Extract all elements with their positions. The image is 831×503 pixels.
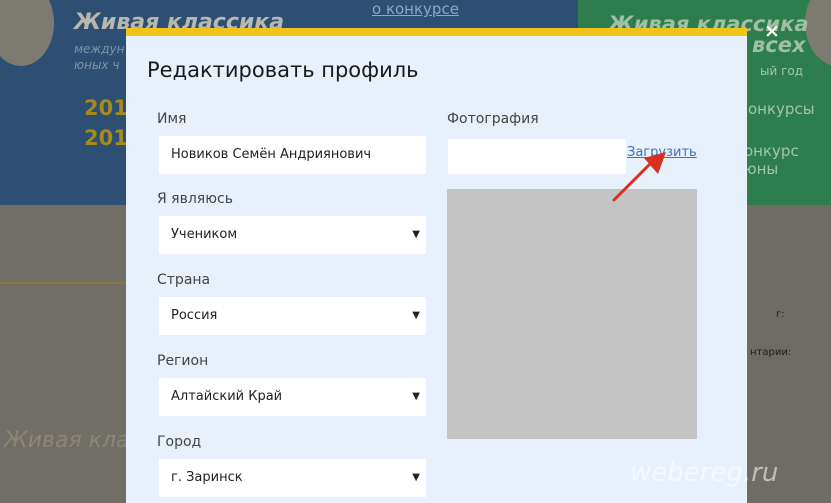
red-arrow-icon: [612, 152, 666, 202]
close-icon[interactable]: ×: [762, 21, 782, 41]
region-select[interactable]: Алтайский Край ▼: [159, 378, 426, 416]
region-label: Регион: [157, 353, 209, 369]
city-select[interactable]: г. Заринск ▼: [159, 459, 426, 497]
name-label: Имя: [157, 111, 187, 127]
chevron-down-icon: ▼: [412, 472, 420, 483]
bg-site-subtitle-2: юных ч: [74, 58, 120, 72]
bg-year-1: 201: [84, 96, 128, 120]
role-select[interactable]: Учеником ▼: [159, 216, 426, 254]
role-value: Учеником: [171, 227, 238, 242]
chevron-down-icon: ▼: [412, 391, 420, 402]
edit-profile-modal: Редактировать профиль Имя Новиков Семён …: [126, 28, 747, 503]
bg-right-text-2: нтарии:: [750, 347, 792, 358]
modal-title: Редактировать профиль: [147, 58, 419, 82]
city-value: г. Заринск: [171, 470, 243, 485]
bg-year-2: 201: [84, 126, 128, 150]
photo-label: Фотография: [447, 111, 539, 127]
country-select[interactable]: Россия ▼: [159, 297, 426, 335]
photo-preview: [447, 189, 697, 439]
bg-about-link: о конкурсе: [372, 0, 459, 18]
chevron-down-icon: ▼: [412, 310, 420, 321]
page: Живая классика междун юных ч 201 201 о к…: [0, 0, 831, 503]
photo-file-input[interactable]: [448, 139, 626, 174]
bg-right-link-2: онкурс юны: [744, 142, 799, 178]
chevron-down-icon: ▼: [412, 229, 420, 240]
region-value: Алтайский Край: [171, 389, 283, 404]
name-field[interactable]: Новиков Семён Андриянович: [159, 136, 426, 174]
country-value: Россия: [171, 308, 218, 323]
name-value: Новиков Семён Андриянович: [171, 147, 372, 162]
country-label: Страна: [157, 272, 211, 288]
city-label: Город: [157, 434, 202, 450]
bg-script-logo: Живая клас: [4, 428, 142, 453]
bg-right-subtitle: ый год: [760, 64, 804, 78]
bg-site-subtitle: междун: [74, 42, 125, 56]
watermark: webereg.ru: [630, 458, 779, 488]
bg-right-text-1: г:: [776, 309, 785, 320]
bg-divider: [0, 282, 126, 284]
bg-right-link-1: онкурсы: [748, 100, 815, 118]
role-label: Я являюсь: [157, 191, 233, 207]
